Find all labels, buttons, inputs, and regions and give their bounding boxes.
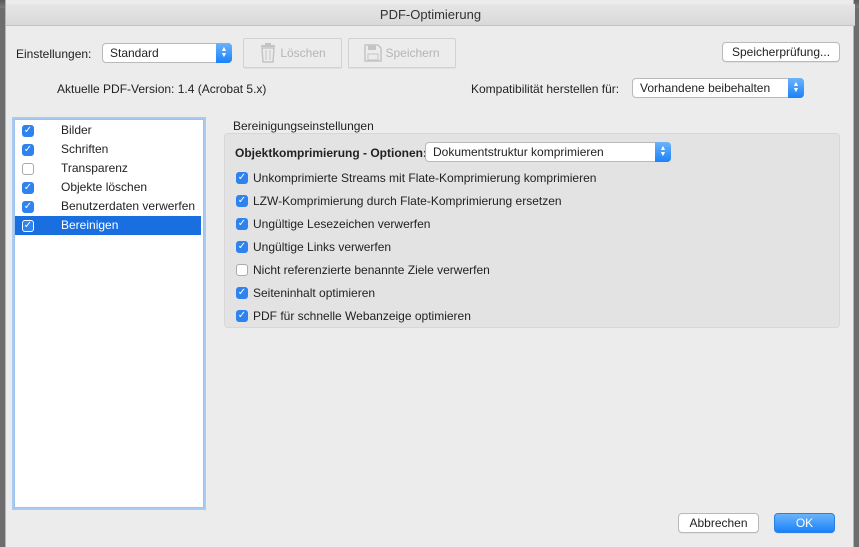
compression-label: Objektkomprimierung - Optionen: bbox=[235, 146, 428, 160]
option-fast-web-view[interactable]: ✓ PDF für schnelle Webanzeige optimieren bbox=[236, 308, 471, 324]
compat-select[interactable]: Vorhandene beibehalten ▲ ▼ bbox=[632, 78, 804, 98]
sidebar-item-label: Bereinigen bbox=[61, 218, 119, 232]
checkbox-icon[interactable]: ✓ bbox=[22, 144, 34, 156]
pdf-optimization-dialog: PDF-Optimierung Einstellungen: Standard … bbox=[5, 0, 855, 547]
trash-icon bbox=[261, 43, 276, 63]
sidebar-item-label: Bilder bbox=[61, 123, 92, 137]
sidebar-item-schriften[interactable]: ✓ Schriften bbox=[15, 140, 201, 159]
sidebar-item-benutzerdaten[interactable]: ✓ Benutzerdaten verwerfen bbox=[15, 197, 201, 216]
settings-select[interactable]: Standard ▲ ▼ bbox=[102, 43, 232, 63]
checkbox-icon[interactable]: ✓ bbox=[236, 287, 248, 299]
option-label: Nicht referenzierte benannte Ziele verwe… bbox=[253, 263, 490, 277]
checkbox-icon[interactable]: ✓ bbox=[22, 182, 34, 194]
floppy-disk-icon bbox=[364, 44, 383, 62]
chevron-updown-icon: ▲ ▼ bbox=[216, 43, 232, 63]
option-invalid-bookmarks[interactable]: ✓ Ungültige Lesezeichen verwerfen bbox=[236, 216, 430, 232]
option-unreferenced-destinations[interactable]: Nicht referenzierte benannte Ziele verwe… bbox=[236, 262, 490, 278]
checkbox-icon[interactable]: ✓ bbox=[22, 220, 34, 232]
compression-select[interactable]: Dokumentstruktur komprimieren ▲ ▼ bbox=[425, 142, 671, 162]
checkbox-icon[interactable]: ✓ bbox=[236, 195, 248, 207]
cleanup-settings-panel: Objektkomprimierung - Optionen: Dokument… bbox=[224, 133, 840, 328]
option-invalid-links[interactable]: ✓ Ungültige Links verwerfen bbox=[236, 239, 391, 255]
sidebar-item-label: Objekte löschen bbox=[61, 180, 148, 194]
category-list: ✓ Bilder ✓ Schriften Transparenz ✓ Objek… bbox=[14, 119, 204, 508]
checkbox-icon[interactable]: ✓ bbox=[22, 125, 34, 137]
checkbox-icon[interactable]: ✓ bbox=[236, 172, 248, 184]
sidebar-item-label: Transparenz bbox=[61, 161, 128, 175]
option-label: Ungültige Links verwerfen bbox=[253, 240, 392, 254]
checkbox-icon[interactable]: ✓ bbox=[236, 218, 248, 230]
option-optimize-page-content[interactable]: ✓ Seiteninhalt optimieren bbox=[236, 285, 375, 301]
option-label: Unkomprimierte Streams mit Flate-Komprim… bbox=[253, 171, 597, 185]
compat-label: Kompatibilität herstellen für: bbox=[471, 82, 620, 96]
checkbox-icon[interactable] bbox=[236, 264, 248, 276]
sidebar-item-bereinigen[interactable]: ✓ Bereinigen bbox=[15, 216, 201, 235]
sidebar-item-bilder[interactable]: ✓ Bilder bbox=[15, 121, 201, 140]
save-button-label: Speichern bbox=[385, 46, 440, 60]
option-lzw-replace[interactable]: ✓ LZW-Komprimierung durch Flate-Komprimi… bbox=[236, 193, 562, 209]
delete-button-label: Löschen bbox=[280, 46, 326, 60]
option-label: Ungültige Lesezeichen verwerfen bbox=[253, 217, 431, 231]
compression-select-value: Dokumentstruktur komprimieren bbox=[433, 145, 604, 159]
ok-button[interactable]: OK bbox=[774, 513, 835, 533]
chevron-updown-icon: ▲ ▼ bbox=[788, 78, 804, 98]
save-button[interactable]: Speichern bbox=[348, 38, 456, 68]
checkbox-icon[interactable]: ✓ bbox=[236, 310, 248, 322]
window-title: PDF-Optimierung bbox=[6, 4, 855, 26]
option-label: PDF für schnelle Webanzeige optimieren bbox=[253, 309, 471, 323]
settings-label: Einstellungen: bbox=[16, 47, 92, 61]
section-title: Bereinigungseinstellungen bbox=[233, 119, 374, 133]
chevron-updown-icon: ▲ ▼ bbox=[655, 142, 671, 162]
cancel-button[interactable]: Abbrechen bbox=[678, 513, 759, 533]
delete-button[interactable]: Löschen bbox=[243, 38, 342, 68]
option-label: LZW-Komprimierung durch Flate-Komprimier… bbox=[253, 194, 562, 208]
option-flate-compress[interactable]: ✓ Unkomprimierte Streams mit Flate-Kompr… bbox=[236, 170, 596, 186]
checkbox-icon[interactable]: ✓ bbox=[22, 201, 34, 213]
checkbox-icon[interactable] bbox=[22, 163, 34, 175]
sidebar-item-transparenz[interactable]: Transparenz bbox=[15, 159, 201, 178]
sidebar-item-objekte-loeschen[interactable]: ✓ Objekte löschen bbox=[15, 178, 201, 197]
checkbox-icon[interactable]: ✓ bbox=[236, 241, 248, 253]
compat-select-value: Vorhandene beibehalten bbox=[640, 81, 771, 95]
sidebar-item-label: Benutzerdaten verwerfen bbox=[61, 199, 196, 213]
check-space-button[interactable]: Speicherprüfung... bbox=[722, 42, 840, 62]
sidebar-item-label: Schriften bbox=[61, 142, 109, 156]
settings-select-value: Standard bbox=[110, 46, 159, 60]
pdf-version-info: Aktuelle PDF-Version: 1.4 (Acrobat 5.x) bbox=[57, 82, 267, 96]
option-label: Seiteninhalt optimieren bbox=[253, 286, 376, 300]
